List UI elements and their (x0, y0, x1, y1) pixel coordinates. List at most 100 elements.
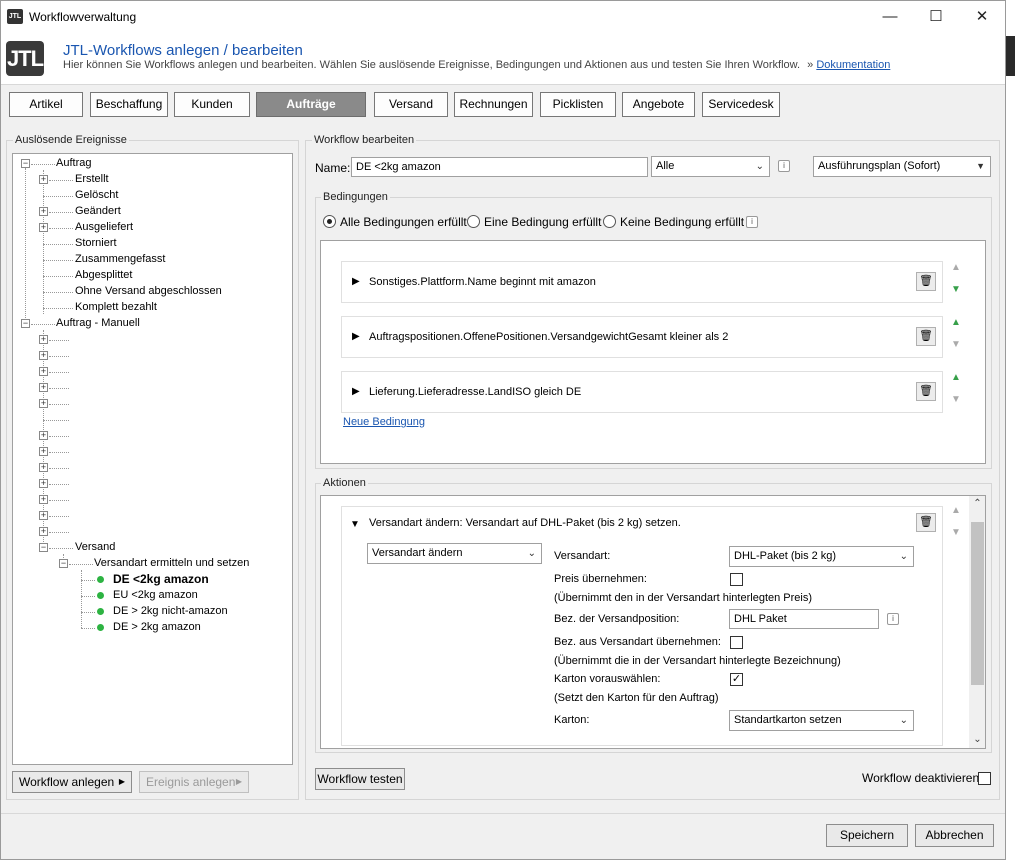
expand-icon[interactable]: + (39, 175, 48, 184)
move-up-icon[interactable]: ▲ (951, 373, 961, 383)
maximize-button[interactable]: ☐ (913, 1, 959, 33)
create-workflow-button[interactable]: Workflow anlegen ▶ (12, 771, 132, 793)
move-up-icon[interactable]: ▲ (951, 318, 961, 328)
move-up-icon[interactable]: ▲ (951, 506, 961, 516)
radio-all-conditions[interactable] (323, 215, 336, 228)
tree-node-auftrag-manuell[interactable]: Auftrag - Manuell (56, 317, 140, 329)
test-workflow-button[interactable]: Workflow testen (315, 768, 405, 790)
move-down-icon[interactable]: ▼ (951, 340, 961, 350)
expand-icon[interactable]: + (39, 527, 48, 536)
tree-node-workflow-selected[interactable]: DE <2kg amazon (113, 572, 209, 586)
tab-auftraege[interactable]: Aufträge (256, 92, 366, 117)
tab-servicedesk[interactable]: Servicedesk (702, 92, 780, 117)
radio-none-label: Keine Bedingung erfüllt (620, 215, 745, 229)
tree-node-versandart-ermitteln[interactable]: Versandart ermitteln und setzen (94, 557, 249, 569)
scroll-up-icon[interactable]: ⌃ (969, 498, 985, 509)
delete-condition-button[interactable]: 🗑 (916, 382, 936, 401)
radio-one-condition[interactable] (467, 215, 480, 228)
move-down-icon[interactable]: ▼ (951, 395, 961, 405)
tree-node-storniert[interactable]: Storniert (75, 237, 117, 249)
action-type-select[interactable]: Versandart ändern ⌄ (367, 543, 542, 564)
bez-aus-checkbox[interactable] (730, 636, 743, 649)
tab-kunden[interactable]: Kunden (174, 92, 250, 117)
collapse-icon[interactable]: − (21, 159, 30, 168)
collapse-icon[interactable]: − (59, 559, 68, 568)
tab-picklisten[interactable]: Picklisten (540, 92, 616, 117)
collapse-triangle-icon[interactable]: ▼ (350, 519, 360, 530)
actions-scrollbar[interactable]: ⌃ ⌄ (969, 496, 985, 748)
karton-vor-checkbox[interactable]: ✓ (730, 673, 743, 686)
tab-angebote[interactable]: Angebote (622, 92, 695, 117)
expand-icon[interactable]: + (39, 335, 48, 344)
tree-line (43, 276, 73, 277)
minimize-button[interactable]: — (867, 1, 913, 33)
tree-node-versand[interactable]: Versand (75, 541, 115, 553)
scroll-down-icon[interactable]: ⌄ (969, 734, 985, 745)
move-down-icon[interactable]: ▼ (951, 528, 961, 538)
tree-node-komplett-bezahlt[interactable]: Komplett bezahlt (75, 301, 157, 313)
karton-select[interactable]: Standartkarton setzen ⌄ (729, 710, 914, 731)
tree-node-geloescht[interactable]: Gelöscht (75, 189, 118, 201)
save-button[interactable]: Speichern (826, 824, 908, 847)
radio-no-condition[interactable] (603, 215, 616, 228)
karton-vor-note: (Setzt den Karton für den Auftrag) (554, 692, 719, 704)
chevron-down-icon: ⌄ (899, 715, 908, 726)
tree-node-ausgeliefert[interactable]: Ausgeliefert (75, 221, 133, 233)
info-icon[interactable]: i (887, 613, 899, 625)
documentation-link[interactable]: Dokumentation (816, 59, 890, 71)
tab-artikel[interactable]: Artikel (9, 92, 83, 117)
dropdown-triangle-icon: ▼ (976, 161, 985, 171)
expand-icon[interactable]: + (39, 479, 48, 488)
move-up-icon[interactable]: ▲ (951, 263, 961, 273)
expand-icon[interactable]: + (39, 431, 48, 440)
scope-select[interactable]: Alle ⌄ (651, 156, 770, 177)
expand-icon[interactable]: + (39, 447, 48, 456)
cancel-button[interactable]: Abbrechen (915, 824, 994, 847)
expand-triangle-icon[interactable]: ▶ (352, 276, 360, 287)
expand-icon[interactable]: + (39, 367, 48, 376)
close-window-button[interactable]: ✕ (959, 1, 1005, 33)
preis-checkbox[interactable] (730, 573, 743, 586)
info-icon[interactable]: i (778, 160, 790, 172)
expand-icon[interactable]: + (39, 351, 48, 360)
tab-rechnungen[interactable]: Rechnungen (454, 92, 533, 117)
tree-node-workflow[interactable]: DE > 2kg nicht-amazon (113, 605, 228, 617)
move-down-icon[interactable]: ▼ (951, 285, 961, 295)
collapse-icon[interactable]: − (21, 319, 30, 328)
tree-node-zusammengefasst[interactable]: Zusammengefasst (75, 253, 165, 265)
collapse-icon[interactable]: − (39, 543, 48, 552)
tree-node-workflow[interactable]: DE > 2kg amazon (113, 621, 201, 633)
expand-triangle-icon[interactable]: ▶ (352, 386, 360, 397)
info-icon[interactable]: i (746, 216, 758, 228)
deactivate-checkbox[interactable] (978, 772, 991, 785)
tree-node-workflow[interactable]: EU <2kg amazon (113, 589, 198, 601)
execution-plan-select[interactable]: Ausführungsplan (Sofort) ▼ (813, 156, 991, 177)
new-condition-link[interactable]: Neue Bedingung (343, 416, 425, 428)
expand-icon[interactable]: + (39, 207, 48, 216)
tree-node-erstellt[interactable]: Erstellt (75, 173, 109, 185)
expand-triangle-icon[interactable]: ▶ (352, 331, 360, 342)
tree-node-ohne-versand[interactable]: Ohne Versand abgeschlossen (75, 285, 222, 297)
name-label: Name: (315, 161, 351, 175)
tab-beschaffung[interactable]: Beschaffung (90, 92, 168, 117)
tree-node-auftrag[interactable]: Auftrag (56, 157, 91, 169)
versandart-select[interactable]: DHL-Paket (bis 2 kg) ⌄ (729, 546, 914, 567)
create-event-button[interactable]: Ereignis anlegen ▶ (139, 771, 249, 793)
delete-condition-button[interactable]: 🗑 (916, 272, 936, 291)
expand-icon[interactable]: + (39, 463, 48, 472)
workflow-name-input[interactable]: DE <2kg amazon (351, 157, 648, 177)
events-tree[interactable]: − Auftrag + Erstellt Gelöscht + Geändert… (12, 153, 293, 765)
expand-icon[interactable]: + (39, 223, 48, 232)
delete-action-button[interactable]: 🗑 (916, 513, 936, 532)
scroll-thumb[interactable] (971, 522, 984, 685)
delete-condition-button[interactable]: 🗑 (916, 327, 936, 346)
tree-node-abgesplittet[interactable]: Abgesplittet (75, 269, 132, 281)
tab-versand[interactable]: Versand (374, 92, 448, 117)
expand-icon[interactable]: + (39, 495, 48, 504)
expand-icon[interactable]: + (39, 383, 48, 392)
tree-node-geaendert[interactable]: Geändert (75, 205, 121, 217)
expand-icon[interactable]: + (39, 511, 48, 520)
bez-input[interactable]: DHL Paket (729, 609, 879, 629)
page-title: JTL-Workflows anlegen / bearbeiten (63, 42, 303, 59)
expand-icon[interactable]: + (39, 399, 48, 408)
